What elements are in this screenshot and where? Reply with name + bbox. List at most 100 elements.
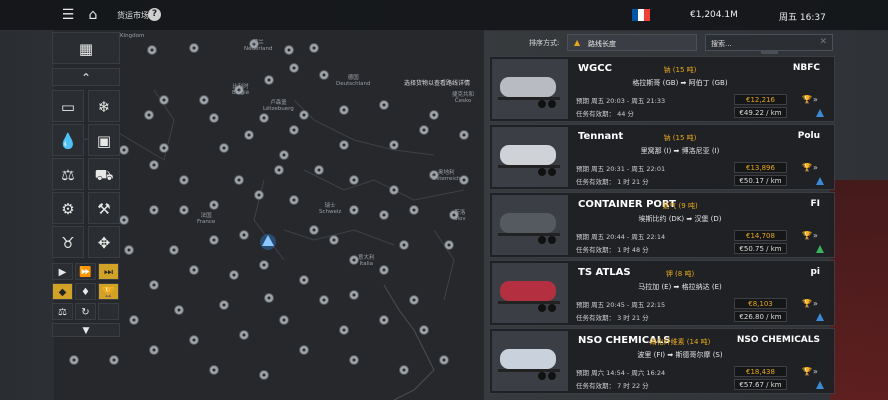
city-marker-center: [432, 113, 436, 117]
city-markers[interactable]: [69, 39, 469, 380]
job-validity: 任务有效期： 1 时 48 分: [576, 246, 649, 254]
blank-filter-icon[interactable]: [98, 303, 119, 320]
city-marker-center: [257, 193, 261, 197]
city-marker-center: [462, 178, 466, 182]
city-marker-center: [312, 228, 316, 232]
tv-icon[interactable]: ▣: [88, 124, 120, 156]
job-eta: 预期 周五 20:03 - 周五 21:33: [576, 97, 666, 105]
city-marker-center: [352, 293, 356, 297]
menu-icon[interactable]: ☰: [60, 7, 76, 23]
job-flag-icons: 🏆»: [802, 299, 819, 308]
double-forward-icon[interactable]: ⏭: [98, 263, 119, 280]
cargo-name: 钾 (8 吨): [665, 270, 695, 278]
job-flag-icons: 🏆»: [802, 231, 819, 240]
city-marker-center: [442, 358, 446, 362]
container-icon[interactable]: ▭: [52, 90, 84, 122]
city-marker-center: [247, 133, 251, 137]
city-marker-center: [237, 178, 241, 182]
job-card[interactable]: Tennant Polu 钠 (15 吨) 里窝那 (I) ➡ 博洛尼亚 (I)…: [489, 124, 835, 190]
job-flag-icons: 🏆»: [802, 95, 819, 104]
liquid-icon[interactable]: 💧: [52, 124, 84, 156]
sort-direction-icon[interactable]: ▲: [574, 38, 580, 47]
home-icon[interactable]: ⌂: [85, 7, 101, 23]
map-country-label: 荷兰 Nederland: [244, 40, 273, 52]
city-marker-center: [127, 248, 131, 252]
map-country-label: 德国 Deutschland: [336, 75, 371, 87]
trailer-thumbnail: [492, 263, 568, 323]
city-marker-center: [332, 238, 336, 242]
player-marker[interactable]: [260, 234, 276, 250]
city-marker-center: [422, 128, 426, 132]
fast-forward-icon[interactable]: ⏩: [75, 263, 96, 280]
diamond-icon[interactable]: ♦: [75, 283, 96, 300]
scale-icon[interactable]: ⚖: [52, 158, 84, 190]
city-marker-center: [262, 373, 266, 377]
job-price: €8,103: [734, 298, 787, 309]
city-marker-center: [267, 78, 271, 82]
city-marker-center: [152, 208, 156, 212]
cargo-name: 硝化纤维素 (14 吨): [649, 338, 711, 346]
city-marker-center: [462, 133, 466, 137]
search-input[interactable]: 搜索... ✕: [705, 34, 833, 51]
job-price-per-km: €26.80 / km: [734, 311, 787, 322]
job-card[interactable]: CONTAINER PORT FI 氪气 (9 吨) 埃斯比约 (DK) ➡ 汉…: [489, 192, 835, 258]
sort-label: 排序方式:: [529, 39, 560, 47]
city-marker-center: [282, 318, 286, 322]
job-card[interactable]: NSO CHEMICALS NSO CHEMICALS 硝化纤维素 (14 吨)…: [489, 328, 835, 394]
job-route: 里窝那 (I) ➡ 博洛尼亚 (I): [640, 147, 720, 155]
snowflake-icon[interactable]: ❄: [88, 90, 120, 122]
job-level-badge-icon: [816, 109, 824, 117]
job-card[interactable]: TS ATLAS pi 钾 (8 吨) 马拉加 (E) ➡ 格拉纳达 (E) 预…: [489, 260, 835, 326]
city-marker-center: [392, 143, 396, 147]
city-marker-center: [232, 273, 236, 277]
city-marker-center: [192, 46, 196, 50]
job-eta: 预期 周五 20:45 - 周五 22:15: [576, 301, 666, 309]
cycle-icon[interactable]: ↻: [75, 303, 96, 320]
city-marker-center: [172, 248, 176, 252]
job-validity: 任务有效期： 1 时 21 分: [576, 178, 649, 186]
job-level-badge-icon: [816, 245, 824, 253]
city-marker-center: [152, 163, 156, 167]
play-icon[interactable]: ▶: [52, 263, 73, 280]
map-country-label: 比利时 België: [232, 84, 250, 96]
city-marker-center: [152, 283, 156, 287]
city-marker-center: [292, 128, 296, 132]
close-icon[interactable]: ✕: [819, 37, 827, 47]
job-price-per-km: €50.75 / km: [734, 243, 787, 254]
city-marker-center: [277, 168, 281, 172]
city-marker-center: [202, 98, 206, 102]
city-marker-center: [192, 338, 196, 342]
trophy-icon[interactable]: 🏆: [98, 283, 119, 300]
city-marker-center: [262, 116, 266, 120]
city-marker-center: [302, 113, 306, 117]
job-card[interactable]: WGCC NBFC 钠 (15 吨) 格拉斯哥 (GB) ➡ 阿伯丁 (GB) …: [489, 56, 835, 122]
machinery-icon[interactable]: ⚒: [88, 192, 120, 224]
job-price-per-km: €57.67 / km: [734, 379, 787, 390]
trailer-thumbnail: [492, 127, 568, 187]
hazard-icon[interactable]: ◆: [52, 283, 73, 300]
sort-select[interactable]: ▲ 路线长度 ⌄: [567, 34, 778, 54]
source-company-logo: WGCC: [578, 63, 612, 74]
expand-icon[interactable]: ✥: [88, 226, 120, 258]
trailer-thumbnail: [492, 59, 568, 119]
cargo-name: 氪气 (9 吨): [662, 202, 698, 210]
city-marker-center: [212, 368, 216, 372]
help-icon[interactable]: ?: [148, 8, 161, 21]
city-marker-center: [182, 208, 186, 212]
gear-icon[interactable]: ⚙: [52, 192, 84, 224]
job-validity: 任务有效期： 7 时 22 分: [576, 382, 649, 390]
target-company-logo: FI: [810, 199, 821, 209]
job-price: €12,216: [734, 94, 787, 105]
chevron-up-icon[interactable]: ⌃: [52, 68, 120, 86]
job-route: 马拉加 (E) ➡ 格拉纳达 (E): [638, 283, 722, 291]
pallets-icon[interactable]: ▦: [52, 32, 120, 64]
map-country-label: 瑞士 Schweiz: [319, 203, 342, 215]
france-flag-icon: [632, 9, 650, 21]
livestock-icon[interactable]: ♉: [52, 226, 84, 258]
map-country-label: 捷克共和 Česko: [452, 92, 475, 104]
truck-crane-icon[interactable]: ⛟: [88, 158, 120, 190]
weight-icon[interactable]: ⚖: [52, 303, 73, 320]
map-country-label: 奥地利 Österreich: [432, 170, 461, 182]
filter-funnel-icon[interactable]: ▼: [52, 323, 120, 337]
map-country-label: Kingdom: [120, 33, 145, 39]
